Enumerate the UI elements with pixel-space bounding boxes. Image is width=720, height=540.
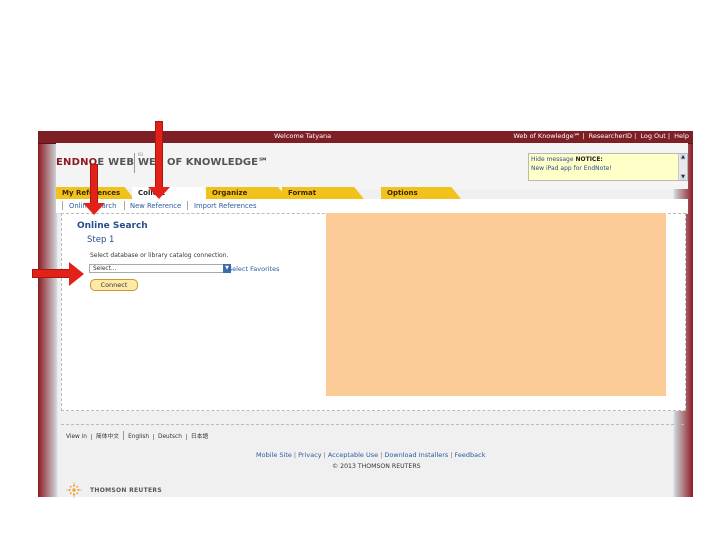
footer-links: Mobile Site | Privacy | Acceptable Use | Downl…: [254, 451, 488, 459]
thomson-reuters-logo-icon: [66, 482, 82, 498]
connection-select[interactable]: Select... ▼: [89, 264, 231, 273]
notice-message-link[interactable]: New iPad app for EndNote!: [531, 165, 612, 172]
top-links: Web of Knowledge℠ | ResearcherID | Log O…: [513, 132, 689, 140]
lang-english[interactable]: English: [124, 434, 155, 440]
red-annotation-arrow: [32, 262, 84, 286]
header: ENDNOE WEB ISI WEB OF KNOWLEDGE℠ Hide mes…: [56, 143, 688, 189]
language-bar: View in 简体中文 English Deutsch 日本語: [62, 431, 212, 440]
connect-button[interactable]: Connect: [90, 279, 138, 291]
welcome-text: Welcome Tatyana: [274, 132, 332, 140]
subtab-import-references[interactable]: Import References: [194, 202, 257, 210]
tab-collect[interactable]: Collect: [132, 187, 212, 199]
link-help[interactable]: Help: [674, 132, 689, 140]
footer-divider: [61, 424, 684, 425]
logo-divider: [134, 153, 135, 173]
link-web-of-knowledge[interactable]: Web of Knowledge℠: [513, 132, 580, 140]
tab-options[interactable]: Options: [381, 187, 461, 199]
company-name: THOMSON REUTERS: [90, 487, 162, 494]
footer-link-acceptable-use[interactable]: Acceptable Use: [326, 451, 380, 459]
lang-japanese[interactable]: 日本語: [187, 431, 212, 440]
link-researcherid[interactable]: ResearcherID: [589, 132, 632, 140]
select-favorites-link[interactable]: Select Favorites: [228, 265, 279, 273]
footer-link-mobile-site[interactable]: Mobile Site: [254, 451, 294, 459]
red-annotation-arrow: [83, 164, 105, 216]
connection-select-value: Select...: [93, 266, 117, 272]
lang-deutsch[interactable]: Deutsch: [154, 434, 187, 440]
chevron-up-icon[interactable]: ▲: [680, 154, 686, 160]
page-title: Online Search: [77, 221, 148, 231]
lang-chinese[interactable]: 简体中文: [92, 431, 125, 440]
link-log-out[interactable]: Log Out: [640, 132, 665, 140]
footer-link-privacy[interactable]: Privacy: [296, 451, 324, 459]
highlight-overlay: [326, 213, 666, 396]
view-in-label: View in: [62, 434, 92, 440]
step-heading: Step 1: [87, 235, 115, 245]
red-annotation-arrow: [148, 121, 170, 201]
sub-tabs: Online Search New Reference Import Refer…: [56, 199, 688, 214]
notice-scrollbar[interactable]: ▲ ▼: [678, 154, 687, 180]
footer-link-feedback[interactable]: Feedback: [453, 451, 488, 459]
hide-message-link[interactable]: Hide message: [531, 156, 574, 163]
chevron-down-icon[interactable]: ▼: [680, 174, 686, 180]
notice-label: NOTICE:: [575, 156, 603, 163]
instruction-text: Select database or library catalog conne…: [90, 252, 229, 259]
copyright-text: © 2013 THOMSON REUTERS: [332, 463, 421, 470]
subtab-new-reference[interactable]: New Reference: [130, 202, 181, 210]
footer-link-download-installers[interactable]: Download Installers: [382, 451, 450, 459]
tab-format[interactable]: Format: [282, 187, 364, 199]
tab-organize[interactable]: Organize: [206, 187, 288, 199]
notice-box: Hide message NOTICE: New iPad app for En…: [528, 153, 688, 181]
